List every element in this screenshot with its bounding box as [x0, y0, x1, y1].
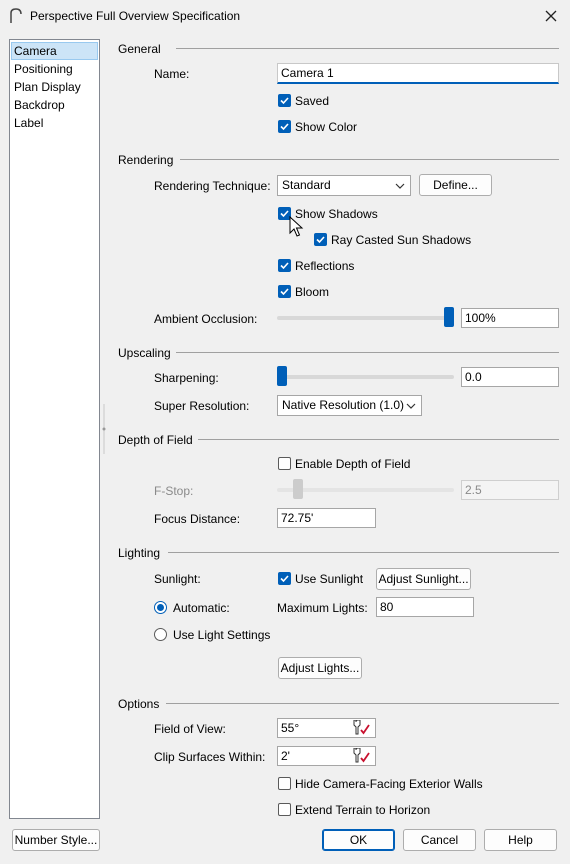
close-icon [545, 10, 557, 22]
separator [168, 552, 559, 553]
name-field[interactable]: Camera 1 [277, 63, 559, 84]
edit-icon[interactable] [353, 720, 371, 736]
hide-camera-facing-walls-checkbox[interactable] [278, 777, 291, 790]
ray-casted-sun-shadows-checkbox[interactable] [314, 233, 327, 246]
rendering-technique-value: Standard [282, 178, 331, 192]
app-icon [10, 8, 22, 23]
section-heading-options: Options [118, 697, 160, 711]
cancel-button[interactable]: Cancel [403, 829, 476, 851]
ok-button[interactable]: OK [322, 829, 395, 851]
sharpening-label: Sharpening: [154, 371, 219, 385]
checkmark-icon [280, 262, 289, 270]
enable-depth-of-field-label: Enable Depth of Field [295, 457, 411, 471]
mouse-cursor-icon [289, 216, 304, 237]
bloom-label: Bloom [295, 285, 330, 299]
sharpening-field[interactable]: 0.0 [461, 367, 559, 387]
sidebar-item-camera[interactable]: Camera [11, 42, 98, 60]
checkmark-icon [280, 288, 289, 296]
adjust-sunlight-button[interactable]: Adjust Sunlight... [376, 568, 471, 590]
section-heading-lighting: Lighting [118, 546, 161, 560]
focus-distance-field[interactable]: 72.75' [277, 508, 376, 528]
show-color-label: Show Color [295, 120, 358, 134]
help-button[interactable]: Help [484, 829, 557, 851]
fstop-label: F-Stop: [154, 484, 194, 498]
sharpening-slider-thumb[interactable] [277, 366, 287, 386]
super-resolution-select[interactable]: Native Resolution (1.0) [277, 395, 422, 416]
ray-casted-sun-shadows-label: Ray Casted Sun Shadows [331, 233, 472, 247]
use-sunlight-checkbox[interactable] [278, 572, 291, 585]
section-heading-depth-of-field: Depth of Field [118, 433, 193, 447]
splitter-handle[interactable] [102, 404, 106, 454]
use-sunlight-label: Use Sunlight [295, 572, 364, 586]
rendering-technique-label: Rendering Technique: [154, 179, 271, 193]
ambient-occlusion-label: Ambient Occlusion: [154, 312, 258, 326]
ambient-occlusion-slider-track[interactable] [277, 316, 454, 320]
sidebar-item-backdrop[interactable]: Backdrop [11, 96, 98, 114]
sidebar-item-label[interactable]: Label [11, 114, 98, 132]
separator [176, 48, 559, 49]
use-light-settings-radio[interactable] [154, 628, 167, 641]
focus-distance-label: Focus Distance: [154, 512, 241, 526]
sidebar-item-positioning[interactable]: Positioning [11, 60, 98, 78]
fstop-field: 2.5 [461, 480, 559, 500]
sunlight-label: Sunlight: [154, 572, 201, 586]
chevron-down-icon [406, 403, 416, 409]
separator [166, 703, 559, 704]
bloom-checkbox[interactable] [278, 285, 291, 298]
section-heading-general: General [118, 42, 161, 56]
extend-terrain-checkbox[interactable] [278, 803, 291, 816]
rendering-technique-select[interactable]: Standard [277, 175, 411, 196]
checkmark-icon [316, 236, 325, 244]
sidebar-item-plan-display[interactable]: Plan Display [11, 78, 98, 96]
separator [198, 439, 559, 440]
show-shadows-label: Show Shadows [295, 207, 378, 221]
separator [180, 159, 559, 160]
window-title: Perspective Full Overview Specification [30, 9, 241, 23]
ambient-occlusion-field[interactable]: 100% [461, 308, 559, 328]
chevron-down-icon [395, 183, 405, 189]
saved-label: Saved [295, 94, 330, 108]
saved-checkbox[interactable] [278, 94, 291, 107]
enable-depth-of-field-checkbox[interactable] [278, 457, 291, 470]
edit-icon[interactable] [353, 748, 371, 764]
reflections-label: Reflections [295, 259, 355, 273]
clip-surfaces-label: Clip Surfaces Within: [154, 750, 266, 764]
reflections-checkbox[interactable] [278, 259, 291, 272]
define-button[interactable]: Define... [419, 174, 492, 196]
sharpening-slider-track[interactable] [277, 375, 454, 379]
clip-surfaces-value: 2' [281, 749, 290, 763]
checkmark-icon [280, 123, 289, 131]
super-resolution-label: Super Resolution: [154, 399, 250, 413]
hide-camera-facing-walls-label: Hide Camera-Facing Exterior Walls [295, 777, 483, 791]
ambient-occlusion-slider-thumb[interactable] [444, 307, 454, 327]
section-heading-upscaling: Upscaling [118, 346, 171, 360]
number-style-button[interactable]: Number Style... [12, 829, 100, 851]
separator [176, 352, 559, 353]
section-heading-rendering: Rendering [118, 153, 174, 167]
automatic-radio[interactable] [154, 601, 167, 614]
use-light-settings-label: Use Light Settings [173, 628, 271, 642]
sidebar: Camera Positioning Plan Display Backdrop… [9, 39, 100, 819]
extend-terrain-label: Extend Terrain to Horizon [295, 803, 431, 817]
super-resolution-value: Native Resolution (1.0) [282, 398, 405, 412]
close-button[interactable] [536, 4, 566, 28]
maximum-lights-label: Maximum Lights: [277, 601, 368, 615]
checkmark-icon [280, 575, 289, 583]
automatic-label: Automatic: [173, 601, 230, 615]
fstop-slider-track [277, 488, 454, 492]
field-of-view-label: Field of View: [154, 722, 226, 736]
fstop-slider-thumb [293, 479, 303, 499]
checkmark-icon [280, 97, 289, 105]
name-label: Name: [154, 67, 190, 81]
maximum-lights-field[interactable]: 80 [376, 597, 474, 617]
show-color-checkbox[interactable] [278, 120, 291, 133]
adjust-lights-button[interactable]: Adjust Lights... [278, 657, 362, 679]
field-of-view-value: 55° [281, 721, 300, 735]
